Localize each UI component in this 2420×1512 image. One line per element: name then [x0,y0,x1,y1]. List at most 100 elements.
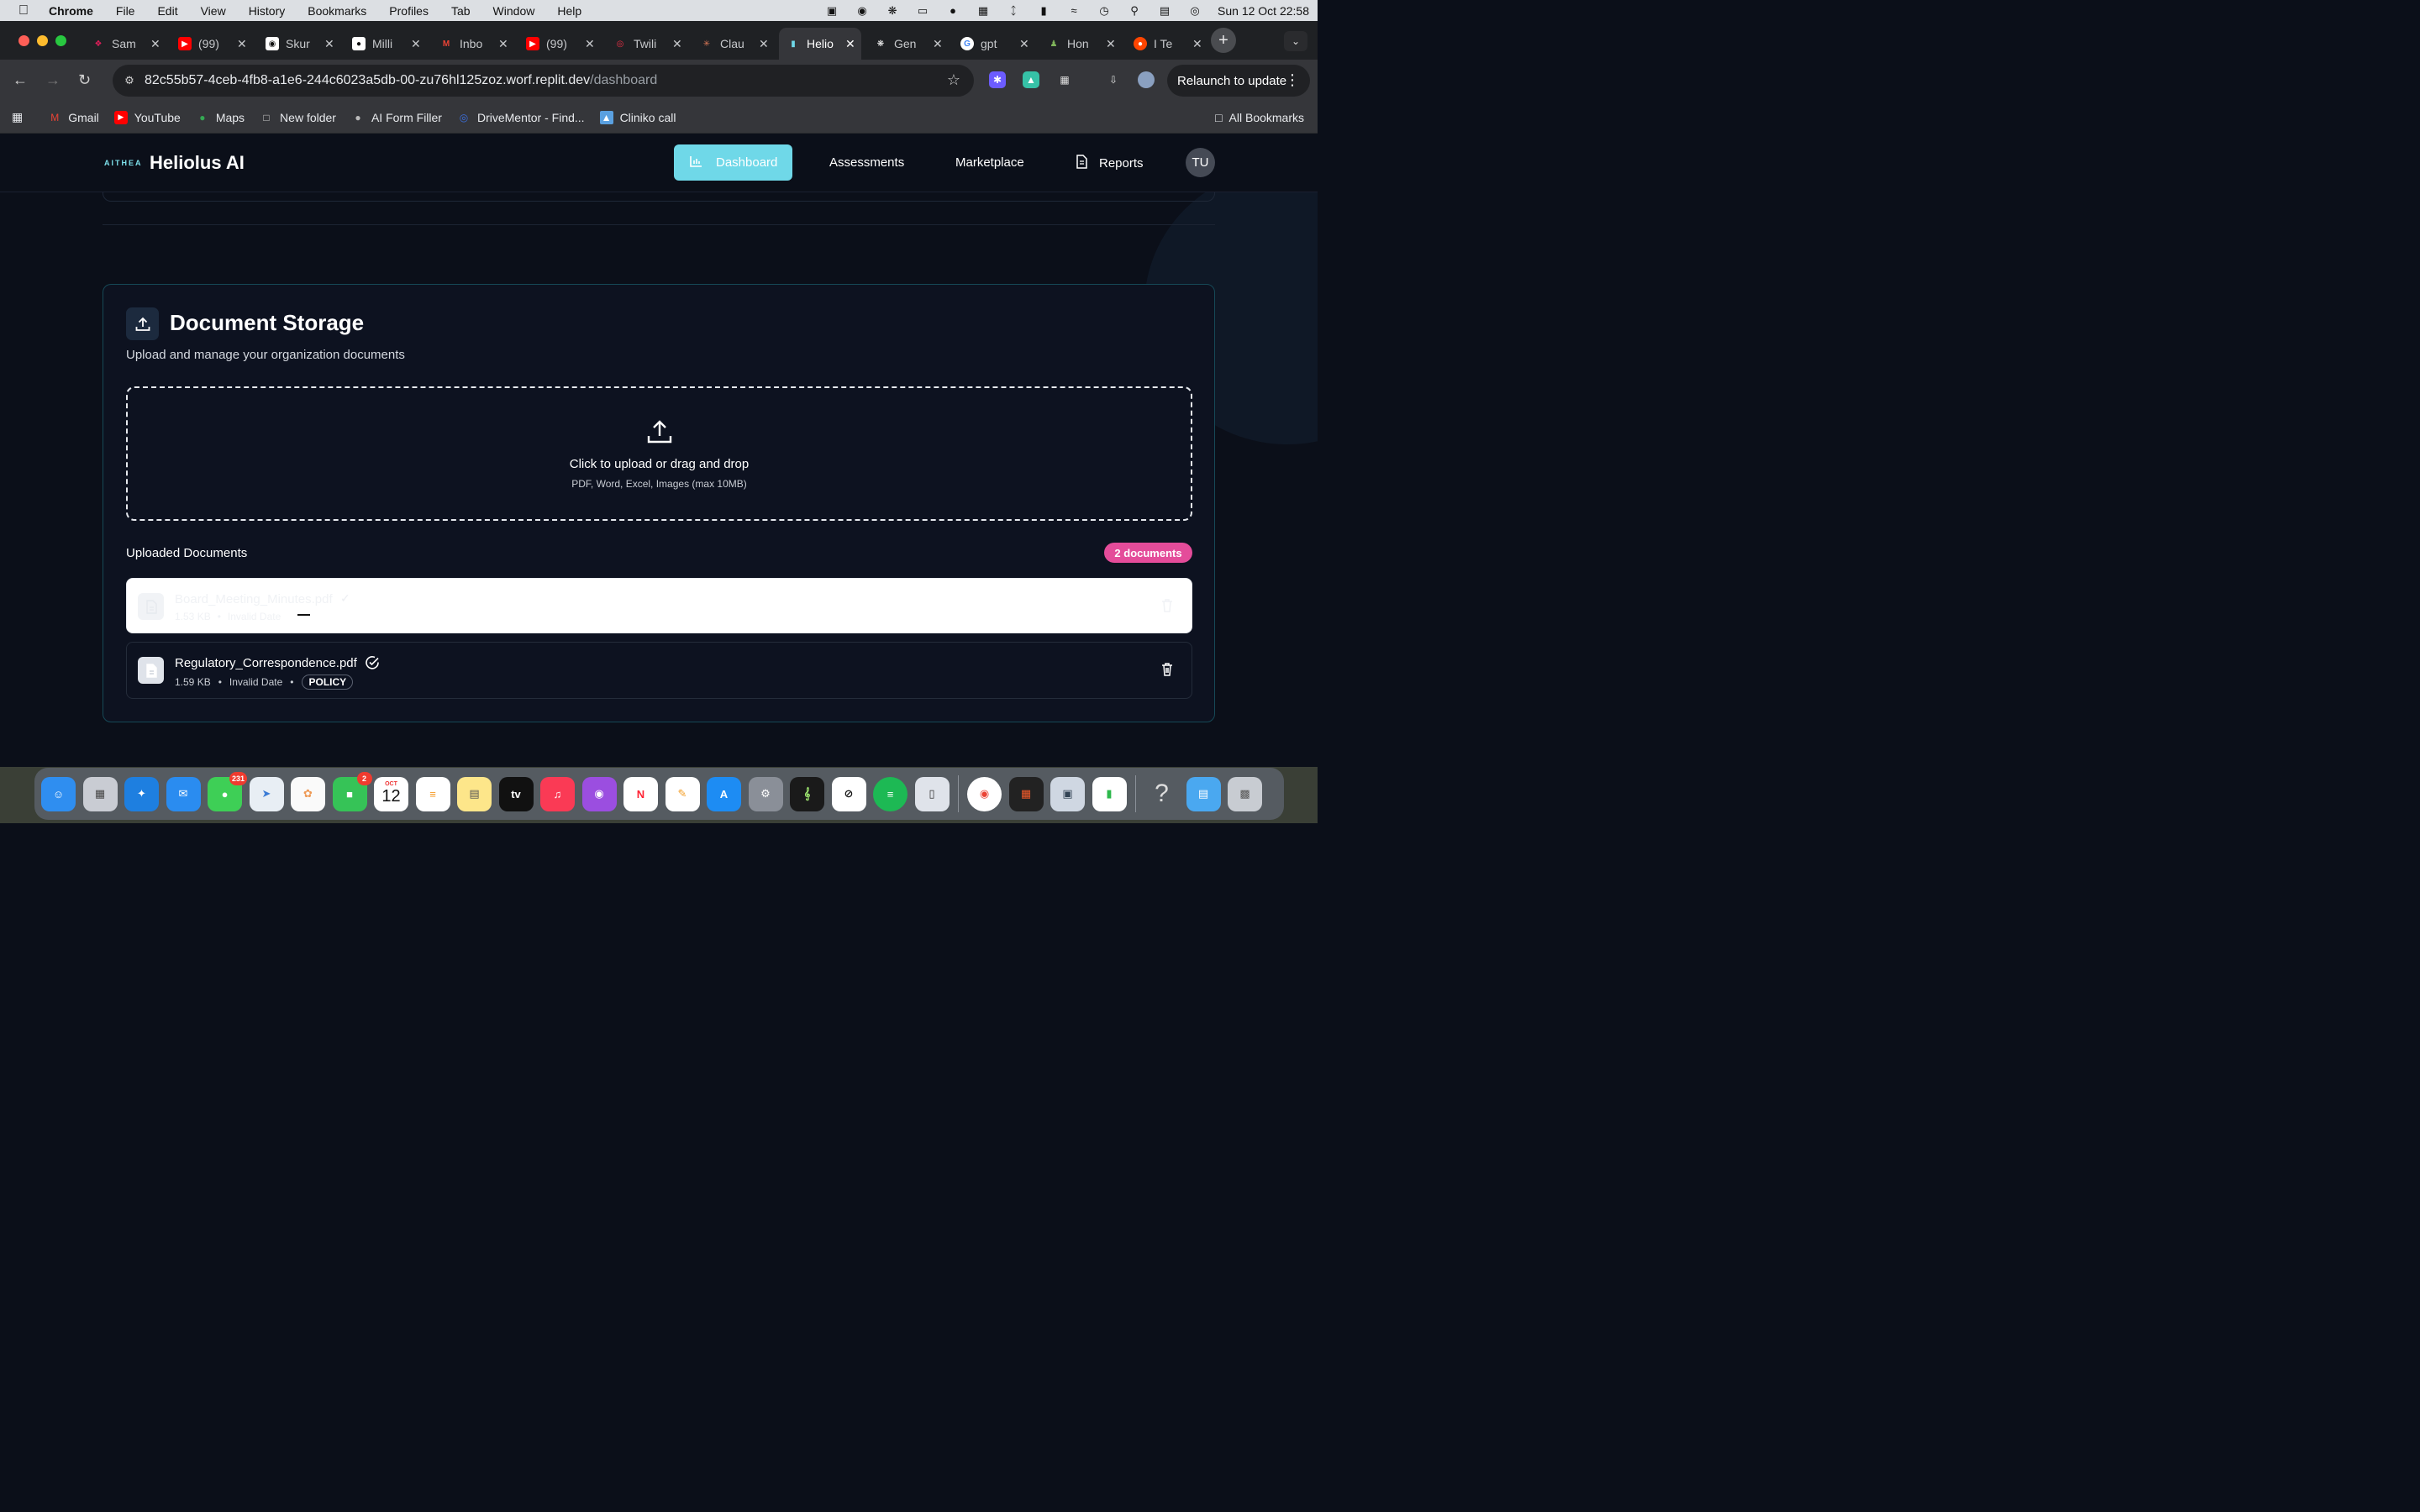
browser-tab[interactable]: ❖ Sam ✕ [92,28,160,60]
close-window-button[interactable] [18,35,29,46]
extension-icon[interactable]: ✱ [989,71,1006,88]
browser-tab[interactable]: ▶ (99) ✕ [178,28,247,60]
delete-trash-icon[interactable] [1161,663,1173,680]
extensions-puzzle-icon[interactable]: ▦ [1056,71,1073,88]
url-text[interactable]: 82c55b57-4ceb-4fb8-a1e6-244c6023a5db-00-… [145,73,657,88]
browser-tab[interactable]: ♟ Hon ✕ [1047,28,1116,60]
close-tab-icon[interactable]: ✕ [411,37,421,51]
browser-tab[interactable]: ▶ (99) ✕ [526,28,595,60]
launchpad-icon[interactable]: ▦ [82,776,118,811]
download-icon[interactable]: ⇩ [1105,71,1122,88]
bookmark-youtube[interactable]: ▶ YouTube [113,110,181,124]
app-logo[interactable]: AITHEA [104,159,143,167]
help-question-icon[interactable]: ? [1144,777,1179,811]
control-center-icon[interactable]: ▤ [1157,4,1172,17]
apple-menu-icon[interactable]:  [18,3,32,18]
document-row[interactable]: Regulatory_Correspondence.pdf 1.59 KB • … [126,642,1192,699]
address-bar[interactable]: ⚙ 82c55b57-4ceb-4fb8-a1e6-244c6023a5db-0… [113,65,974,97]
profile-avatar-icon[interactable] [1138,71,1155,88]
close-tab-icon[interactable]: ✕ [759,37,769,51]
photos-icon[interactable]: ✿ [291,776,325,811]
close-tab-icon[interactable]: ✕ [1192,37,1202,51]
close-tab-icon[interactable]: ✕ [672,37,682,51]
browser-tab[interactable]: M Inbo ✕ [439,28,508,60]
news-icon[interactable]: N [623,776,658,811]
menu-profiles[interactable]: Profiles [389,4,429,18]
mail-icon[interactable]: ✉ [166,776,201,811]
menu-bookmarks[interactable]: Bookmarks [308,4,366,18]
back-arrow-icon[interactable]: ← [13,71,28,89]
browser-tab[interactable]: ✳ Clau ✕ [700,28,769,60]
iphone-mirroring-icon[interactable]: ▯ [914,776,950,811]
facetime-icon[interactable]: ■ 2 [332,771,372,811]
user-avatar[interactable]: TU [1186,148,1215,177]
trash-icon[interactable]: ▩ [1228,776,1262,811]
browser-tab[interactable]: ● Milli ✕ [352,28,421,60]
bookmark-gmail[interactable]: M Gmail [48,111,99,124]
zoom-window-button[interactable] [55,35,66,46]
tab-search-chevron-icon[interactable]: ⌄ [1284,31,1307,51]
close-tab-icon[interactable]: ✕ [150,37,160,51]
chrome-icon[interactable]: ◉ [967,776,1002,811]
all-bookmarks-button[interactable]: □ All Bookmarks [1215,102,1304,134]
delete-trash-icon[interactable] [1161,599,1173,617]
document-name[interactable]: Board_Meeting_Minutes.pdf [175,592,333,606]
nav-dashboard[interactable]: Dashboard [674,144,792,181]
battery-icon[interactable]: ▮ [1036,4,1051,17]
menu-edit[interactable]: Edit [157,4,177,18]
minimize-window-button[interactable] [37,35,48,46]
relaunch-button[interactable]: Relaunch to update ⋮ [1167,65,1310,97]
more-menu-icon[interactable]: ⋮ [1285,71,1300,89]
capcut-icon[interactable]: ⊘ [831,776,866,811]
apps-grid-icon[interactable]: ▦ [12,110,23,124]
apple-tv-icon[interactable]: tv [498,776,534,811]
browser-tab[interactable]: ● I Te ✕ [1134,28,1202,60]
finder-icon[interactable]: ☺ [41,776,76,811]
new-tab-button[interactable]: + [1211,28,1236,53]
spotify-icon[interactable]: ≡ [873,776,908,811]
siri-icon[interactable]: ◎ [1187,4,1202,17]
memory-icon[interactable]: ▦ [976,4,991,17]
files-folder-icon[interactable]: ▤ [1186,776,1221,811]
system-settings-icon[interactable]: ⚙ [748,776,783,811]
bluetooth-icon[interactable]: ᛨ [1006,4,1021,17]
document-row[interactable]: Board_Meeting_Minutes.pdf ✓ 1.53 KB • In… [126,578,1192,633]
document-name[interactable]: Regulatory_Correspondence.pdf [175,656,357,670]
music-icon[interactable]: ♫ [540,776,575,811]
upload-dropzone[interactable]: Click to upload or drag and drop PDF, Wo… [126,386,1192,521]
numbers-icon[interactable]: ▮ [1092,776,1127,811]
close-tab-icon[interactable]: ✕ [237,37,247,51]
reload-icon[interactable]: ↻ [78,71,91,89]
status-app-icon[interactable]: ▣ [824,4,839,17]
spotlight-search-icon[interactable]: ⚲ [1127,4,1142,17]
bookmark-ai-form-filler[interactable]: ● AI Form Filler [351,111,442,124]
menu-file[interactable]: File [116,4,135,18]
nav-assessments[interactable]: Assessments [829,155,904,170]
messages-icon[interactable]: ● 231 [208,771,247,811]
musescore-icon[interactable]: 𝄞 [790,776,824,811]
extension-icon[interactable]: ▲ [1023,71,1039,88]
close-tab-icon[interactable]: ✕ [1106,37,1116,51]
menu-datetime[interactable]: Sun 12 Oct 22:58 [1218,4,1309,18]
podcasts-icon[interactable]: ◉ [581,776,617,811]
menu-window[interactable]: Window [493,4,535,18]
browser-tab[interactable]: ◉ Skur ✕ [266,28,334,60]
close-tab-icon[interactable]: ✕ [324,37,334,51]
safari-icon[interactable]: ✦ [124,776,159,811]
openai-status-icon[interactable]: ❋ [885,4,900,17]
setapp-icon[interactable]: ▦ [1008,776,1044,811]
close-tab-icon[interactable]: ✕ [1019,37,1029,51]
pages-icon[interactable]: ✎ [665,776,700,811]
bookmark-star-icon[interactable]: ☆ [947,71,960,89]
grammarly-icon[interactable]: ◉ [855,4,870,17]
menu-view[interactable]: View [201,4,226,18]
browser-tab[interactable]: ❋ Gen ✕ [874,28,943,60]
brand-name[interactable]: Heliolus AI [150,152,245,174]
browser-tab-active[interactable]: ▮ Helio ✕ [779,28,861,60]
user-icon[interactable]: ● [945,4,960,17]
display-icon[interactable]: ▭ [915,4,930,17]
reminders-icon[interactable]: ≡ [415,776,450,811]
forward-arrow-icon[interactable]: → [45,71,60,89]
bookmark-drivementor[interactable]: ◎ DriveMentor - Find... [457,111,585,124]
app-store-icon[interactable]: A [707,776,741,811]
